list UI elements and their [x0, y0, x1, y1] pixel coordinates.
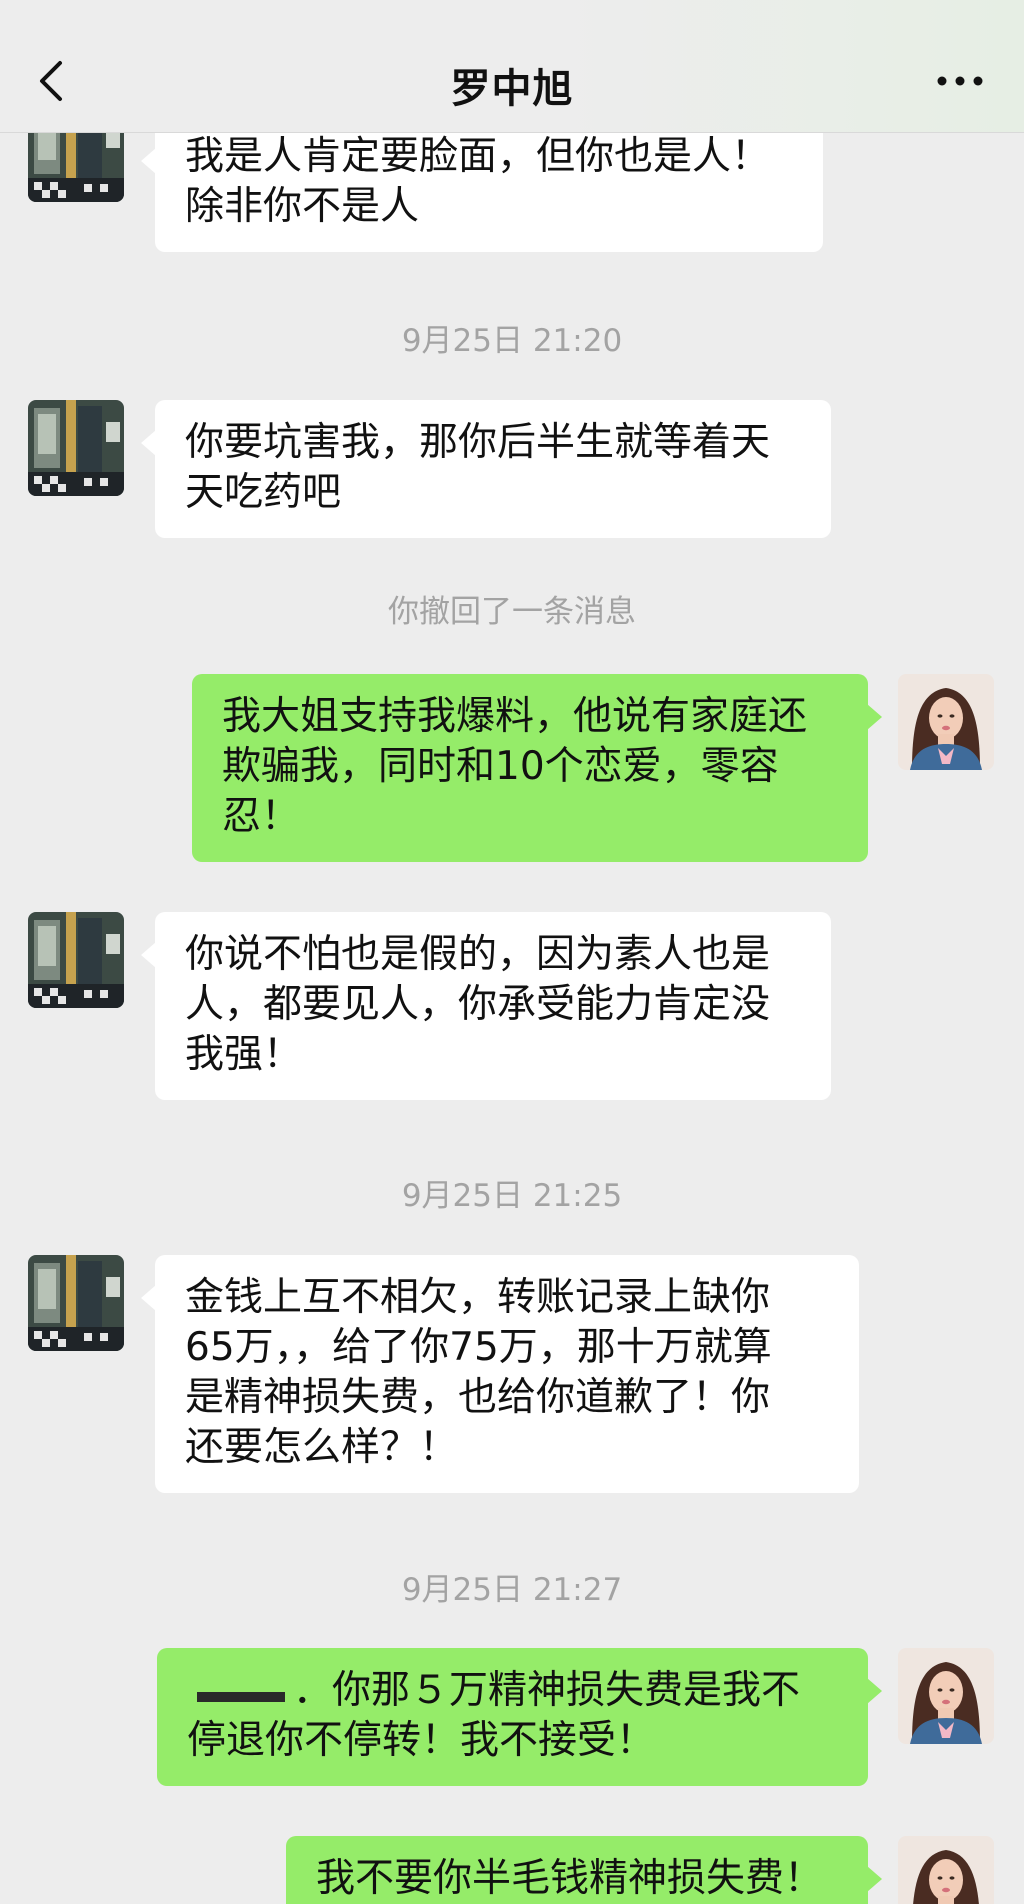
- self-avatar-image: [898, 1836, 994, 1904]
- more-button[interactable]: [934, 66, 986, 96]
- timestamp: 9月25日 21:20: [401, 323, 623, 359]
- chat-screen: 罗中旭 我是人肯定要脸面，但你也是人！ 除非你不是人 9月25日 21:20 你…: [0, 0, 1024, 1904]
- contact-avatar-image: [28, 400, 124, 496]
- message-bubble-incoming[interactable]: 我是人肯定要脸面，但你也是人！ 除非你不是人: [141, 118, 823, 252]
- self-avatar-image: [898, 1648, 994, 1744]
- message-bubble-outgoing[interactable]: 我大姐支持我爆料，他说有家庭还 欺骗我，同时和10个恋爱，零容 忍！: [192, 674, 882, 862]
- contact-avatar-image: [28, 1255, 124, 1351]
- message-bubble-incoming[interactable]: 金钱上互不相欠，转账记录上缺你 65万，，给了你75万，那十万就算 是精神损失费…: [141, 1255, 859, 1493]
- message-bubble-incoming[interactable]: 你说不怕也是假的，因为素人也是 人，都要见人，你承受能力肯定没 我强！: [141, 912, 831, 1100]
- contact-avatar[interactable]: [28, 912, 124, 1008]
- message-bubble-outgoing[interactable]: ．你那５万精神损失费是我不 停退你不停转！我不接受！: [157, 1648, 882, 1786]
- contact-avatar-image: [28, 912, 124, 1008]
- more-dots-icon: [937, 76, 983, 86]
- message-bubble-incoming[interactable]: 你要坑害我，那你后半生就等着天 天吃药吧: [141, 400, 831, 538]
- recall-notice: 你撤回了一条消息: [388, 594, 636, 630]
- chat-header: 罗中旭: [0, 0, 1024, 133]
- message-bubble-outgoing[interactable]: 我不要你半毛钱精神损失费！: [286, 1836, 882, 1904]
- contact-avatar[interactable]: [28, 1255, 124, 1351]
- self-avatar[interactable]: [898, 674, 994, 770]
- timestamp: 9月25日 21:25: [401, 1178, 623, 1214]
- redaction-mark: [197, 1691, 285, 1702]
- message-text: ．你那５万精神损失费是我不 停退你不停转！我不接受！: [187, 1668, 801, 1763]
- self-avatar-image: [898, 674, 994, 770]
- timestamp: 9月25日 21:27: [401, 1572, 623, 1608]
- self-avatar[interactable]: [898, 1836, 994, 1904]
- contact-avatar[interactable]: [28, 400, 124, 496]
- chat-title: 罗中旭: [450, 66, 574, 112]
- self-avatar[interactable]: [898, 1648, 994, 1744]
